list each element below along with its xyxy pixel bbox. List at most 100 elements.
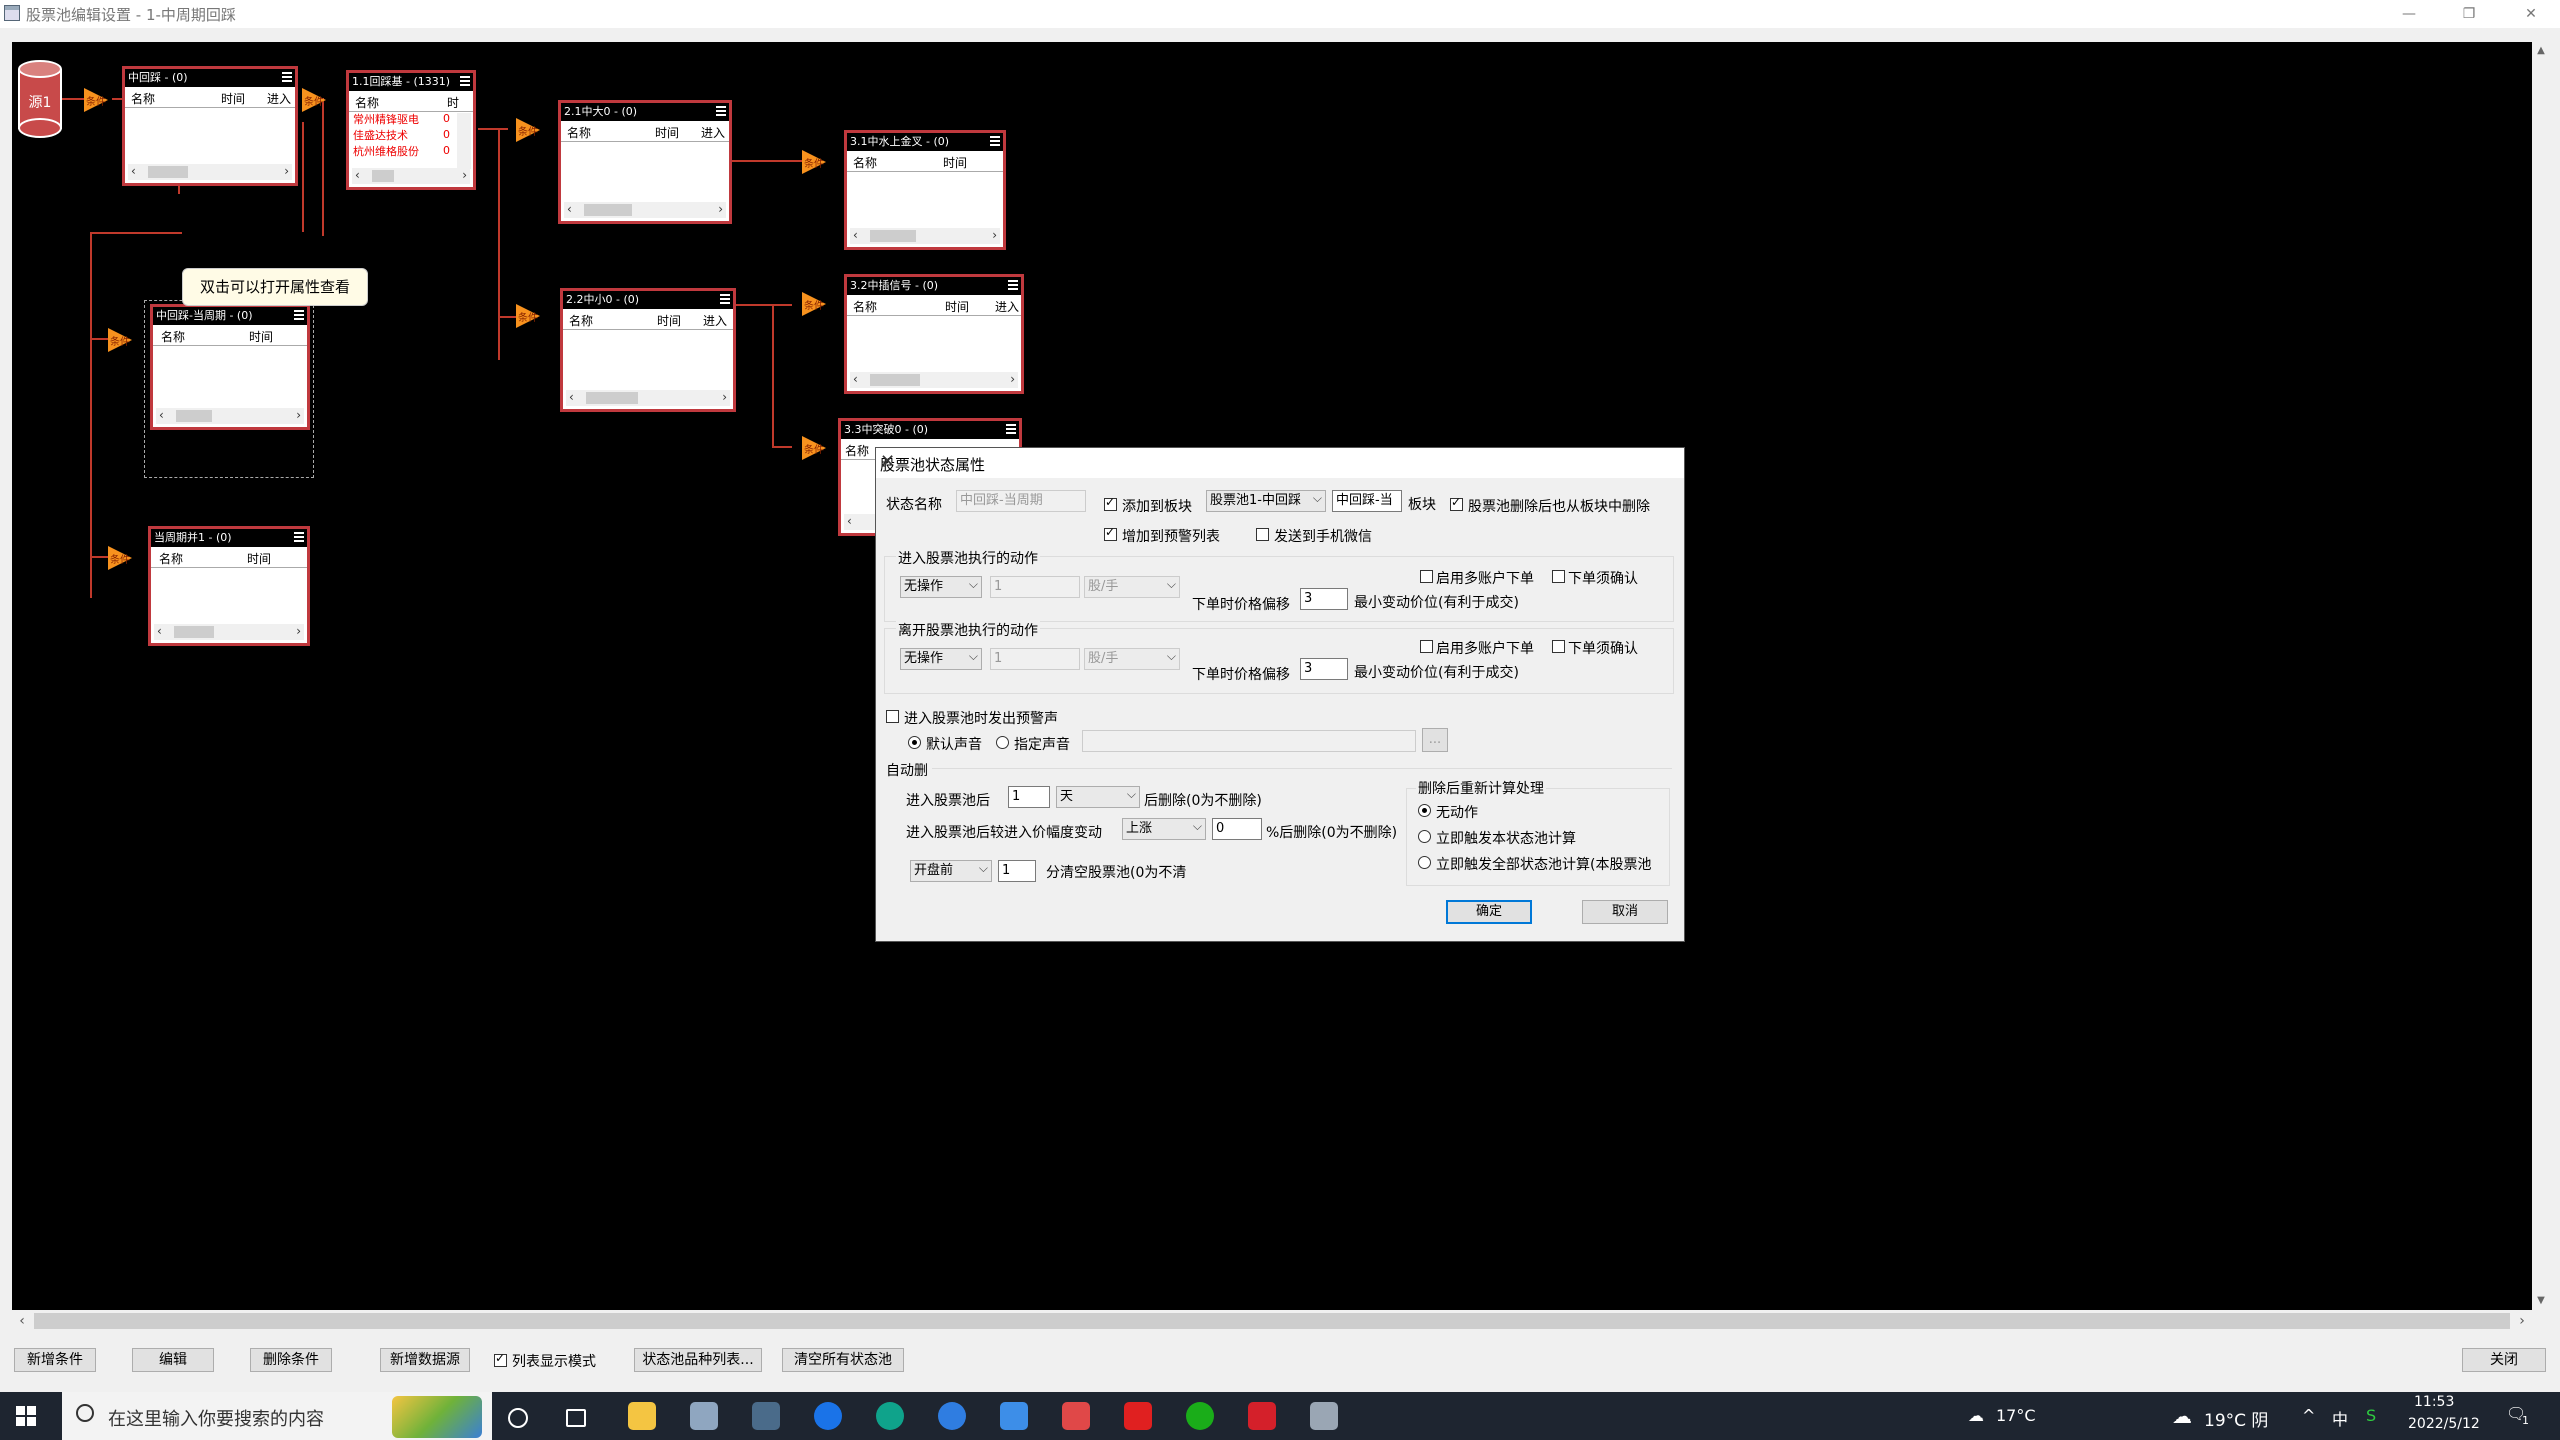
tray-app-icon[interactable]: S (2366, 1406, 2376, 1425)
recalc-option-radio[interactable] (1418, 830, 1431, 843)
clear-all-pools-button[interactable]: 清空所有状态池 (782, 1348, 904, 1372)
wechat-icon[interactable] (1186, 1402, 1214, 1430)
browse-sound-button[interactable]: ... (1422, 728, 1448, 752)
node-hscroll[interactable]: ‹ › (566, 390, 730, 406)
node-menu-icon[interactable] (720, 294, 730, 304)
task-view-icon[interactable] (566, 1409, 586, 1427)
condition-triangle[interactable]: 条件 (516, 304, 540, 328)
price-change-input[interactable]: 0 (1212, 818, 1262, 840)
cancel-button[interactable]: 取消 (1582, 900, 1668, 924)
data-source-node[interactable]: 源1 (18, 60, 62, 138)
recalc-option-radio[interactable] (1418, 804, 1431, 817)
send-wechat-checkbox[interactable] (1256, 528, 1269, 541)
canvas-vscroll[interactable]: ▲ ▼ (2532, 42, 2550, 1310)
condition-triangle[interactable]: 条件 (84, 88, 108, 112)
condition-triangle[interactable]: 条件 (802, 150, 826, 174)
restore-button[interactable]: ❐ (2446, 0, 2492, 28)
ime-indicator[interactable]: 中 (2332, 1406, 2348, 1430)
app-icon[interactable] (1062, 1402, 1090, 1430)
delete-condition-button[interactable]: 删除条件 (250, 1348, 332, 1372)
block-name-input[interactable]: 中回踩-当 (1332, 490, 1402, 512)
node-stock-list[interactable]: 常州精锋驱电 佳盛达技术 杭州维格股份 0 0 0 (349, 112, 473, 160)
scroll-down-icon[interactable]: ▼ (2532, 1292, 2550, 1310)
weather-right-text[interactable]: 19°C 阴 (2204, 1406, 2268, 1431)
dialog-close-icon[interactable]: ✕ (880, 451, 1674, 472)
clear-minutes-input[interactable]: 1 (998, 860, 1036, 882)
leave-unit-select[interactable]: 股/手 (1084, 648, 1180, 670)
node-menu-icon[interactable] (1006, 424, 1016, 434)
stock-app-icon[interactable] (1124, 1402, 1152, 1430)
node-hscroll[interactable]: ‹ › (156, 408, 304, 424)
node-hscroll[interactable]: ‹ › (850, 372, 1018, 388)
pool-node[interactable]: 2.1中大0 - (0) 名称 时间 进入 ‹ › (558, 100, 732, 224)
node-hscroll[interactable]: ‹ › (564, 202, 726, 218)
app-icon[interactable] (1248, 1402, 1276, 1430)
block-select[interactable]: 股票池1-中回踩 (1206, 490, 1326, 512)
tray-chevron-icon[interactable]: ^ (2302, 1406, 2315, 1425)
condition-triangle[interactable]: 条件 (516, 118, 540, 142)
node-hscroll[interactable]: ‹ › (128, 164, 292, 180)
after-enter-unit-select[interactable]: 天 (1056, 786, 1140, 808)
list-mode-checkbox[interactable] (494, 1351, 507, 1367)
default-sound-radio[interactable] (908, 736, 921, 749)
list-item[interactable]: 佳盛达技术 (349, 128, 473, 144)
node-menu-icon[interactable] (460, 76, 470, 86)
leave-qty-input[interactable]: 1 (990, 648, 1080, 670)
app-icon[interactable] (938, 1402, 966, 1430)
minimize-button[interactable]: — (2386, 0, 2432, 28)
enter-unit-select[interactable]: 股/手 (1084, 576, 1180, 598)
browser-icon[interactable] (814, 1402, 842, 1430)
node-menu-icon[interactable] (294, 310, 304, 320)
node-menu-icon[interactable] (1008, 280, 1018, 290)
enter-action-select[interactable]: 无操作 (900, 576, 982, 598)
condition-triangle[interactable]: 条件 (302, 88, 326, 112)
app-icon[interactable] (1000, 1402, 1028, 1430)
hscroll-thumb[interactable] (34, 1313, 2510, 1329)
leave-multi-account-checkbox[interactable] (1420, 640, 1433, 653)
clock-time[interactable]: 11:53 (2414, 1394, 2454, 1410)
enter-offset-input[interactable]: 3 (1300, 588, 1348, 610)
enter-multi-account-checkbox[interactable] (1420, 570, 1433, 583)
enter-qty-input[interactable]: 1 (990, 576, 1080, 598)
scroll-left-icon[interactable]: ‹ (12, 1310, 32, 1332)
price-direction-select[interactable]: 上涨 (1122, 818, 1206, 840)
node-menu-icon[interactable] (294, 532, 304, 542)
add-to-block-checkbox[interactable] (1104, 495, 1117, 511)
node-hscroll[interactable]: ‹ › (154, 624, 304, 640)
condition-triangle[interactable]: 条件 (802, 292, 826, 316)
custom-sound-radio[interactable] (996, 736, 1009, 749)
enter-confirm-checkbox[interactable] (1552, 570, 1565, 583)
taskbar-search-box[interactable]: 在这里输入你要搜索的内容 (62, 1392, 492, 1440)
list-item[interactable]: 杭州维格股份 (349, 144, 473, 160)
node-vscroll[interactable] (457, 113, 471, 169)
pool-node[interactable]: 中回踩 - (0) 名称 时间 进入 ‹ › (122, 66, 298, 186)
add-datasource-button[interactable]: 新增数据源 (380, 1348, 470, 1372)
scroll-right-icon[interactable]: › (2512, 1310, 2532, 1332)
node-menu-icon[interactable] (282, 72, 292, 82)
pool-node[interactable]: 1.1回踩基 - (1331) 名称时 常州精锋驱电 佳盛达技术 杭州维格股份 … (346, 70, 476, 190)
node-menu-icon[interactable] (990, 136, 1000, 146)
edge-icon[interactable] (876, 1402, 904, 1430)
after-enter-input[interactable]: 1 (1008, 786, 1050, 808)
node-hscroll[interactable]: ‹ › (352, 168, 470, 184)
delete-from-block-checkbox[interactable] (1450, 495, 1463, 511)
add-to-warning-checkbox[interactable] (1104, 525, 1117, 541)
pool-node[interactable]: 2.2中小0 - (0) 名称 时间 进入 ‹ › (560, 288, 736, 412)
alarm-checkbox[interactable] (886, 710, 899, 723)
close-button[interactable]: 关闭 (2462, 1348, 2546, 1372)
scroll-up-icon[interactable]: ▲ (2532, 42, 2550, 60)
leave-action-select[interactable]: 无操作 (900, 648, 982, 670)
file-explorer-icon[interactable] (628, 1402, 656, 1430)
windows-start-icon[interactable] (16, 1406, 36, 1426)
settings-app-icon[interactable] (690, 1402, 718, 1430)
pool-node-selected[interactable]: 中回踩-当周期 - (0) 名称 时间 ‹ › (150, 304, 310, 430)
add-condition-button[interactable]: 新增条件 (14, 1348, 96, 1372)
condition-triangle[interactable]: 条件 (108, 546, 132, 570)
pool-stock-list-button[interactable]: 状态池品种列表... (634, 1348, 762, 1372)
leave-confirm-checkbox[interactable] (1552, 640, 1565, 653)
node-hscroll[interactable]: ‹ › (850, 228, 1000, 244)
pool-node[interactable]: 当周期并1 - (0) 名称 时间 ‹ › (148, 526, 310, 646)
sound-path-input[interactable] (1082, 730, 1416, 752)
canvas-hscroll[interactable]: ‹ › (12, 1310, 2532, 1332)
leave-offset-input[interactable]: 3 (1300, 658, 1348, 680)
